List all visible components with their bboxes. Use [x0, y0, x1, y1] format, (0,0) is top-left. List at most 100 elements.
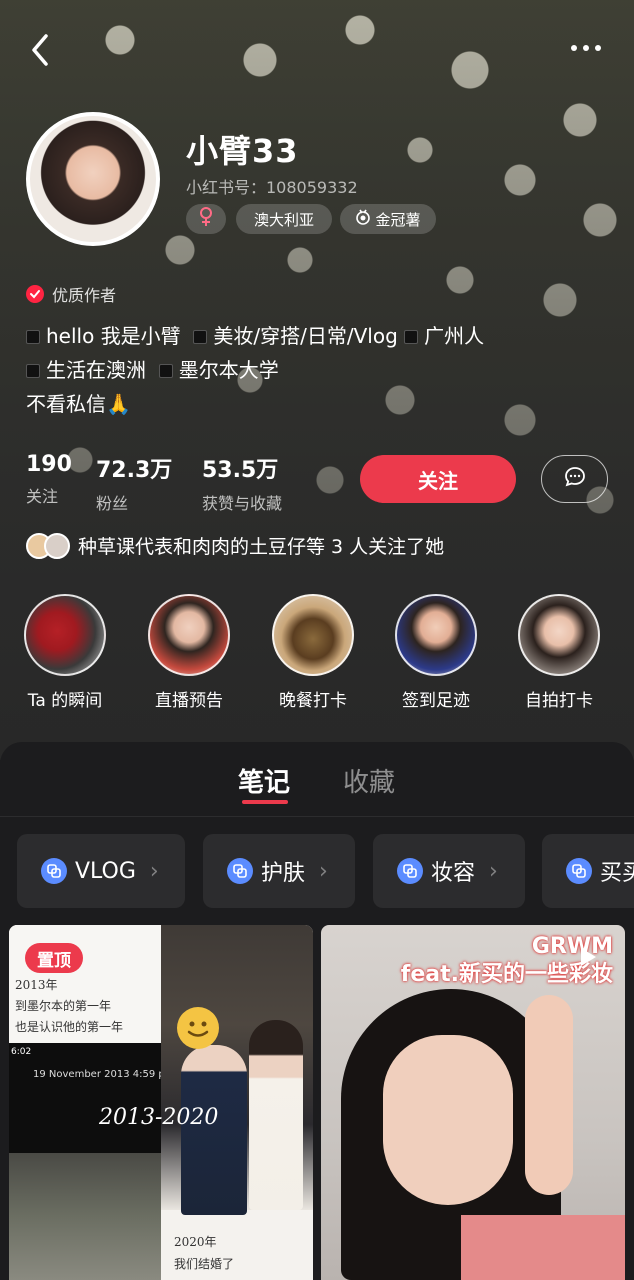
stat-followers[interactable]: 72.3万 粉丝 — [96, 452, 172, 514]
female-icon — [199, 207, 213, 231]
bio-line-3: 不看私信🙏 — [26, 392, 131, 416]
square-emoji-icon — [404, 330, 419, 344]
stat-value: 190 — [26, 452, 72, 477]
tab-collections[interactable]: 收藏 — [343, 762, 395, 799]
stat-label: 粉丝 — [96, 494, 129, 513]
quality-author-badge[interactable]: 优质作者 — [26, 282, 116, 306]
video-thumbnail-shirt — [461, 1215, 625, 1280]
tab-notes[interactable]: 笔记 — [238, 762, 290, 799]
handwriting-text: 2013年 到墨尔本的第一年 也是认识他的第一年 — [15, 975, 123, 1038]
cover-title-line: GRWM — [531, 934, 613, 959]
highlight-label: 签到足迹 — [402, 691, 470, 711]
collection-chip-vlog[interactable]: VLOG › — [17, 834, 185, 908]
avatar — [44, 532, 70, 559]
award-tag[interactable]: 金冠薯 — [340, 204, 436, 234]
collection-chip-skincare[interactable]: 护肤 › — [203, 834, 355, 908]
highlight-moments[interactable]: Ta 的瞬间 — [20, 594, 110, 711]
cover-title-line: feat.新买的一些彩妆 — [400, 962, 613, 987]
note-card-grwm[interactable]: GRWM feat.新买的一些彩妆 — [321, 925, 625, 1280]
highlight-cover — [148, 594, 230, 676]
bio-line-1: hello 我是小臂 美妆/穿搭/日常/Vlog 广州人 — [26, 320, 484, 349]
collection-icon — [227, 858, 253, 884]
square-emoji-icon — [26, 364, 40, 378]
bio-line-2: 生活在澳洲 墨尔本大学 — [26, 354, 279, 383]
chevron-right-icon: › — [149, 858, 159, 884]
chip-label: 买买 — [600, 861, 634, 886]
profile-name: 小臂33 — [186, 132, 299, 170]
highlight-dinner[interactable]: 晚餐打卡 — [268, 594, 358, 711]
smiley-emoji-icon — [177, 1007, 219, 1049]
highlight-checkin[interactable]: 签到足迹 — [391, 594, 481, 711]
medal-icon — [355, 209, 371, 229]
bride-figure — [249, 1020, 303, 1210]
chevron-left-icon[interactable] — [22, 30, 58, 70]
handwriting-line: 我们结婚了 — [174, 1257, 235, 1271]
highlight-selfie[interactable]: 自拍打卡 — [514, 594, 604, 711]
handwriting-line: 也是认识他的第一年 — [15, 1020, 124, 1034]
check-icon — [26, 285, 44, 303]
garden-photo — [9, 1153, 161, 1280]
mutual-followers[interactable]: 种草课代表和肉肉的土豆仔等 3 人关注了她 — [26, 532, 444, 559]
phone-time: 6:02 — [11, 1047, 32, 1057]
bio-text: 广州人 — [424, 324, 485, 348]
chip-label: VLOG — [75, 858, 136, 884]
stat-likes-collects[interactable]: 53.5万 获赞与收藏 — [202, 452, 282, 514]
note-card-pinned[interactable]: 2013年 到墨尔本的第一年 也是认识他的第一年 6:02 19 Novembe… — [9, 925, 313, 1280]
follow-button[interactable]: 关注 — [360, 455, 516, 503]
active-tab-indicator — [242, 800, 288, 804]
stat-value: 53.5万 — [202, 458, 279, 483]
highlight-cover — [272, 594, 354, 676]
highlight-cover — [24, 594, 106, 676]
video-thumbnail-hand — [525, 995, 573, 1195]
quality-label: 优质作者 — [52, 286, 117, 305]
phone-date: 19 November 2013 4:59 pm — [33, 1069, 175, 1080]
location-label: 澳大利亚 — [253, 210, 314, 229]
square-emoji-icon — [158, 364, 173, 378]
stat-value: 72.3万 — [96, 458, 173, 483]
handwriting-line: 2013年 — [15, 978, 58, 992]
highlight-cover — [518, 594, 600, 676]
chevron-right-icon: › — [489, 858, 498, 884]
handwriting-line: 到墨尔本的第一年 — [15, 999, 112, 1013]
highlight-live-preview[interactable]: 直播预告 — [144, 594, 234, 711]
highlight-label: 自拍打卡 — [525, 691, 593, 711]
groom-figure — [181, 1045, 247, 1215]
profile-id[interactable]: 小红书号：108059332 — [186, 174, 358, 198]
chip-label: 护肤 — [261, 861, 306, 886]
chat-bubble-icon — [563, 465, 587, 493]
location-tag[interactable]: 澳大利亚 — [236, 204, 332, 234]
highlight-cover — [395, 594, 477, 676]
collection-icon — [566, 858, 592, 884]
message-button[interactable] — [541, 455, 608, 503]
bio-text: 美妆/穿搭/日常/Vlog — [213, 324, 398, 348]
more-dots-icon[interactable] — [566, 38, 606, 58]
award-label: 金冠薯 — [375, 210, 421, 229]
highlight-label: 直播预告 — [155, 691, 223, 711]
mutual-avatars — [26, 532, 70, 559]
square-emoji-icon — [26, 330, 40, 344]
handwriting-text: 2020年 我们结婚了 — [174, 1231, 234, 1275]
mutual-text: 种草课代表和肉肉的土豆仔等 3 人关注了她 — [78, 536, 445, 558]
collection-icon — [41, 858, 67, 884]
bio-text: 墨尔本大学 — [178, 358, 279, 382]
stat-following[interactable]: 190 关注 — [26, 452, 72, 507]
chevron-right-icon: › — [319, 858, 328, 884]
square-emoji-icon — [193, 330, 208, 344]
profile-avatar[interactable] — [26, 112, 160, 246]
phone-screenshot: 6:02 19 November 2013 4:59 pm — [9, 1043, 174, 1153]
stat-label: 关注 — [26, 487, 59, 506]
stat-label: 获赞与收藏 — [202, 494, 283, 513]
pinned-badge: 置顶 — [25, 943, 83, 973]
note-cover-title: GRWM feat.新买的一些彩妆 — [321, 933, 613, 989]
handwriting-years: 2013-2020 — [99, 1105, 219, 1130]
bio-text: hello 我是小臂 — [46, 324, 181, 348]
highlight-label: 晚餐打卡 — [279, 691, 347, 711]
collection-chip-makeup[interactable]: 妆容 › — [373, 834, 525, 908]
collection-icon — [397, 858, 423, 884]
bio-text: 生活在澳洲 — [46, 358, 146, 382]
handwriting-line: 2020年 — [174, 1235, 217, 1249]
highlight-label: Ta 的瞬间 — [27, 691, 103, 711]
divider — [0, 816, 634, 817]
collection-chip-shopping[interactable]: 买买 — [542, 834, 634, 908]
chip-label: 妆容 — [431, 861, 476, 886]
